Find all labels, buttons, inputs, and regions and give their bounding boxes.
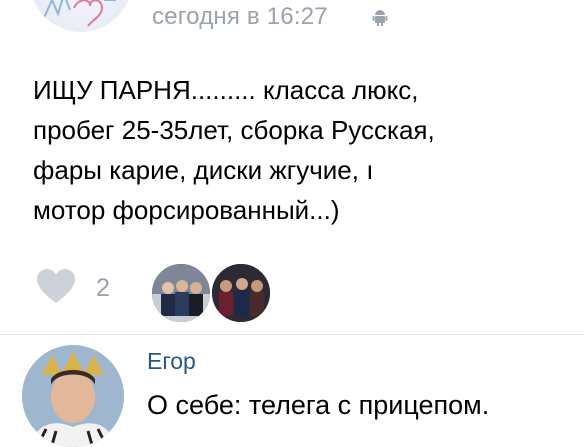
author-avatar-image xyxy=(43,0,116,27)
liker-avatar[interactable] xyxy=(210,262,272,324)
android-icon xyxy=(372,10,388,26)
post-timestamp[interactable]: сегодня в 16:27 xyxy=(152,3,328,31)
comment: Егор О себе: телега с прицепом. xyxy=(0,335,584,447)
liker-avatar-image xyxy=(152,264,210,322)
liker-avatar[interactable] xyxy=(150,262,212,324)
post-text: ИЩУ ПАРНЯ......... класса люкс, пробег 2… xyxy=(33,70,553,230)
post-header: сегодня в 16:27 xyxy=(0,0,584,40)
liker-avatar-image xyxy=(212,264,270,322)
heart-icon xyxy=(37,269,75,303)
commenter-name[interactable]: Егор xyxy=(147,348,196,375)
post-text-line: фары карие, диски жгучие, ı xyxy=(33,155,374,185)
commenter-avatar-image xyxy=(22,345,124,447)
author-avatar[interactable] xyxy=(30,0,132,32)
post-text-line: ИЩУ ПАРНЯ......... класса люкс, xyxy=(33,75,419,105)
commenter-avatar[interactable] xyxy=(22,345,124,447)
post-text-line: пробег 25-35лет, сборка Русская, xyxy=(33,115,435,145)
post-text-line: мотор форсированный...) xyxy=(33,195,340,225)
reactions-bar: 2 xyxy=(0,262,584,324)
comment-text: О себе: телега с прицепом. xyxy=(147,390,490,420)
like-button[interactable]: 2 xyxy=(36,269,126,305)
like-count: 2 xyxy=(96,274,110,302)
